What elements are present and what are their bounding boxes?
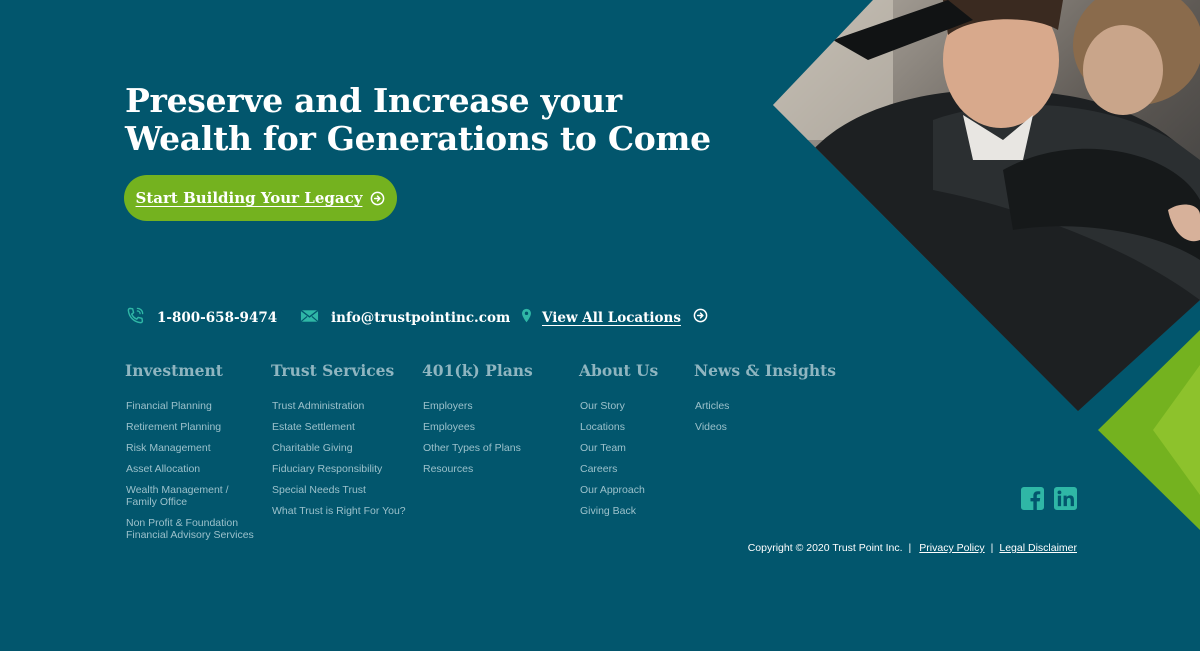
start-building-legacy-button[interactable]: Start Building Your Legacy <box>124 175 397 221</box>
column-heading: News & Insights <box>694 361 837 380</box>
column-heading: Investment <box>125 361 223 380</box>
footer-link[interactable]: Fiduciary Responsibility <box>272 463 406 475</box>
decorative-green-shape <box>1098 330 1200 530</box>
footer-link[interactable]: Employers <box>423 400 533 412</box>
link-list: Articles Videos <box>694 400 836 433</box>
footer-link[interactable]: Articles <box>695 400 836 412</box>
footer-link[interactable]: Giving Back <box>580 505 658 517</box>
footer-link[interactable]: Financial Planning <box>126 400 256 412</box>
arrow-circle-right-icon <box>693 308 708 328</box>
footer-link[interactable]: Careers <box>580 463 658 475</box>
separator: | <box>908 542 912 554</box>
contact-phone[interactable]: 1-800-658-9474 <box>126 306 278 330</box>
phone-icon <box>126 306 145 330</box>
hero-title-line2: Wealth for Generations to Come <box>125 119 711 158</box>
footer-link[interactable]: Videos <box>695 421 836 433</box>
privacy-policy-link[interactable]: Privacy Policy <box>919 542 984 554</box>
footer-link[interactable]: Non Profit & Foundation Financial Adviso… <box>126 517 256 541</box>
footer-column-about-us: About Us Our Story Locations Our Team Ca… <box>579 360 658 526</box>
footer-link[interactable]: Our Team <box>580 442 658 454</box>
legal-disclaimer-link[interactable]: Legal Disclaimer <box>999 542 1077 554</box>
hero-title: Preserve and Increase your Wealth for Ge… <box>125 82 725 158</box>
footer-link[interactable]: Other Types of Plans <box>423 442 533 454</box>
hero-title-line1: Preserve and Increase your <box>125 81 622 120</box>
footer-link[interactable]: Our Approach <box>580 484 658 496</box>
footer-column-investment: Investment Financial Planning Retirement… <box>125 360 256 550</box>
footer-link[interactable]: Locations <box>580 421 658 433</box>
footer-link[interactable]: Trust Administration <box>272 400 406 412</box>
link-list: Employers Employees Other Types of Plans… <box>422 400 533 475</box>
facebook-icon[interactable] <box>1021 487 1044 515</box>
envelope-icon <box>300 309 319 328</box>
email-address: info@trustpointinc.com <box>331 310 511 326</box>
footer-link[interactable]: Our Story <box>580 400 658 412</box>
footer-link[interactable]: Retirement Planning <box>126 421 256 433</box>
phone-number: 1-800-658-9474 <box>157 310 278 326</box>
arrow-circle-right-icon <box>370 191 385 206</box>
column-heading: 401(k) Plans <box>422 361 533 380</box>
footer-link[interactable]: Asset Allocation <box>126 463 256 475</box>
view-all-locations-link[interactable]: View All Locations <box>521 308 708 328</box>
footer-link[interactable]: Charitable Giving <box>272 442 406 454</box>
footer-column-news-insights: News & Insights Articles Videos <box>694 360 836 442</box>
link-list: Financial Planning Retirement Planning R… <box>125 400 256 541</box>
cta-label: Start Building Your Legacy <box>135 189 363 207</box>
column-heading: Trust Services <box>271 361 395 380</box>
footer-link[interactable]: Employees <box>423 421 533 433</box>
footer-link[interactable]: Estate Settlement <box>272 421 406 433</box>
column-heading: About Us <box>579 361 659 380</box>
footer-link[interactable]: Special Needs Trust <box>272 484 406 496</box>
footer-link[interactable]: Wealth Management / Family Office <box>126 484 238 508</box>
footer-link[interactable]: What Trust is Right For You? <box>272 505 406 517</box>
locations-label: View All Locations <box>542 310 681 326</box>
legal-bar: Copyright © 2020 Trust Point Inc. | Priv… <box>748 542 1077 554</box>
linkedin-icon[interactable] <box>1054 487 1077 515</box>
copyright-text: Copyright © 2020 Trust Point Inc. <box>747 542 903 554</box>
link-list: Trust Administration Estate Settlement C… <box>271 400 406 517</box>
footer-link[interactable]: Risk Management <box>126 442 256 454</box>
footer-link[interactable]: Resources <box>423 463 533 475</box>
footer-column-401k-plans: 401(k) Plans Employers Employees Other T… <box>422 360 533 484</box>
link-list: Our Story Locations Our Team Careers Our… <box>579 400 658 517</box>
map-pin-icon <box>521 308 532 329</box>
separator: | <box>990 542 994 554</box>
footer-column-trust-services: Trust Services Trust Administration Esta… <box>271 360 406 526</box>
contact-email[interactable]: info@trustpointinc.com <box>300 308 510 328</box>
